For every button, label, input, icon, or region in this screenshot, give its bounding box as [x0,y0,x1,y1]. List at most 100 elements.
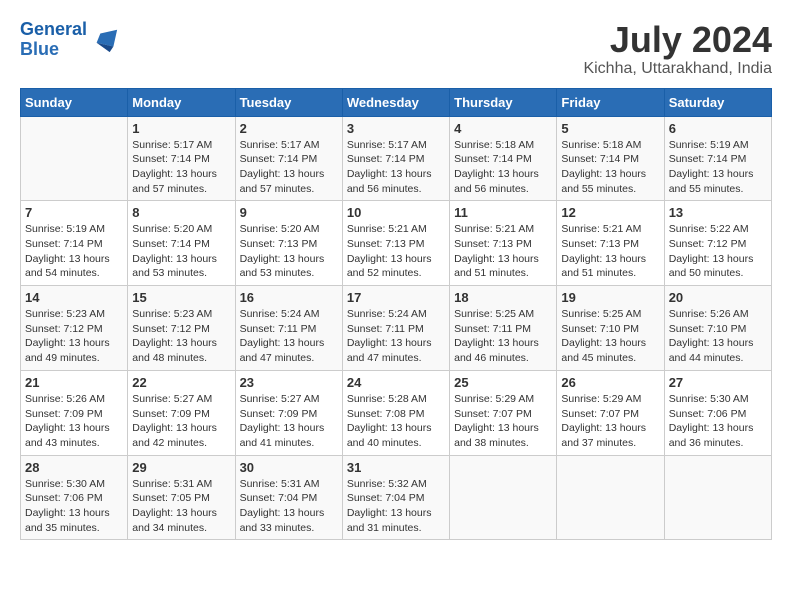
day-info: Sunrise: 5:21 AM Sunset: 7:13 PM Dayligh… [347,222,445,281]
calendar-cell: 22Sunrise: 5:27 AM Sunset: 7:09 PM Dayli… [128,370,235,455]
calendar-cell: 12 Sunrise: 5:21 AM Sunset: 7:13 PM Dayli… [557,201,664,286]
calendar-cell: 20Sunrise: 5:26 AM Sunset: 7:10 PM Dayli… [664,286,771,371]
day-info: Sunrise: 5:18 AM Sunset: 7:14 PM Dayligh… [454,138,552,197]
day-info: Sunrise: 5:23 AM Sunset: 7:12 PM Dayligh… [25,307,123,366]
day-info: Sunrise: 5:27 AM Sunset: 7:09 PM Dayligh… [132,392,230,451]
day-info: Sunrise: 5:21 AM Sunset: 7:13 PM Dayligh… [454,222,552,281]
month-title: July 2024 [583,20,772,60]
calendar-day-header: Friday [557,88,664,116]
page-header: GeneralBlue July 2024 Kichha, Uttarakhan… [20,20,772,78]
calendar-cell [450,455,557,540]
calendar-week-row: 21Sunrise: 5:26 AM Sunset: 7:09 PM Dayli… [21,370,772,455]
day-info: Sunrise: 5:24 AM Sunset: 7:11 PM Dayligh… [240,307,338,366]
day-number: 25 [454,375,552,390]
calendar-day-header: Saturday [664,88,771,116]
day-info: Sunrise: 5:19 AM Sunset: 7:14 PM Dayligh… [25,222,123,281]
day-number: 15 [132,290,230,305]
calendar-cell: 6Sunrise: 5:19 AM Sunset: 7:14 PM Daylig… [664,116,771,201]
day-number: 19 [561,290,659,305]
calendar-cell: 9 Sunrise: 5:20 AM Sunset: 7:13 PM Daylig… [235,201,342,286]
calendar-day-header: Tuesday [235,88,342,116]
day-number: 7 [25,205,123,220]
day-info: Sunrise: 5:18 AM Sunset: 7:14 PM Dayligh… [561,138,659,197]
day-number: 29 [132,460,230,475]
calendar-cell: 23 Sunrise: 5:27 AM Sunset: 7:09 PM Dayli… [235,370,342,455]
calendar-cell: 19 Sunrise: 5:25 AM Sunset: 7:10 PM Dayli… [557,286,664,371]
day-number: 24 [347,375,445,390]
day-number: 3 [347,121,445,136]
calendar-cell: 13 Sunrise: 5:22 AM Sunset: 7:12 PM Dayli… [664,201,771,286]
calendar-cell: 10 Sunrise: 5:21 AM Sunset: 7:13 PM Dayli… [342,201,449,286]
day-info: Sunrise: 5:22 AM Sunset: 7:12 PM Dayligh… [669,222,767,281]
calendar-cell: 4Sunrise: 5:18 AM Sunset: 7:14 PM Daylig… [450,116,557,201]
day-info: Sunrise: 5:31 AM Sunset: 7:05 PM Dayligh… [132,477,230,536]
day-info: Sunrise: 5:20 AM Sunset: 7:14 PM Dayligh… [132,222,230,281]
calendar-cell: 26Sunrise: 5:29 AM Sunset: 7:07 PM Dayli… [557,370,664,455]
day-info: Sunrise: 5:26 AM Sunset: 7:10 PM Dayligh… [669,307,767,366]
calendar-week-row: 1 Sunrise: 5:17 AM Sunset: 7:14 PM Daylig… [21,116,772,201]
calendar-cell: 1 Sunrise: 5:17 AM Sunset: 7:14 PM Daylig… [128,116,235,201]
calendar-day-header: Wednesday [342,88,449,116]
day-info: Sunrise: 5:26 AM Sunset: 7:09 PM Dayligh… [25,392,123,451]
day-number: 16 [240,290,338,305]
day-number: 12 [561,205,659,220]
calendar-cell [21,116,128,201]
day-number: 30 [240,460,338,475]
calendar-cell: 8 Sunrise: 5:20 AM Sunset: 7:14 PM Daylig… [128,201,235,286]
day-number: 8 [132,205,230,220]
day-number: 28 [25,460,123,475]
calendar-day-header: Monday [128,88,235,116]
calendar-cell: 27Sunrise: 5:30 AM Sunset: 7:06 PM Dayli… [664,370,771,455]
calendar-cell [664,455,771,540]
day-info: Sunrise: 5:27 AM Sunset: 7:09 PM Dayligh… [240,392,338,451]
calendar-cell [557,455,664,540]
day-number: 11 [454,205,552,220]
day-info: Sunrise: 5:29 AM Sunset: 7:07 PM Dayligh… [454,392,552,451]
day-info: Sunrise: 5:17 AM Sunset: 7:14 PM Dayligh… [240,138,338,197]
calendar-week-row: 7 Sunrise: 5:19 AM Sunset: 7:14 PM Daylig… [21,201,772,286]
calendar-table: SundayMondayTuesdayWednesdayThursdayFrid… [20,88,772,541]
calendar-cell: 7 Sunrise: 5:19 AM Sunset: 7:14 PM Daylig… [21,201,128,286]
day-info: Sunrise: 5:25 AM Sunset: 7:10 PM Dayligh… [561,307,659,366]
calendar-cell: 28 Sunrise: 5:30 AM Sunset: 7:06 PM Dayli… [21,455,128,540]
logo-icon [91,26,119,54]
calendar-cell: 11 Sunrise: 5:21 AM Sunset: 7:13 PM Dayli… [450,201,557,286]
calendar-cell: 18Sunrise: 5:25 AM Sunset: 7:11 PM Dayli… [450,286,557,371]
logo-text: GeneralBlue [20,20,87,60]
logo: GeneralBlue [20,20,119,60]
calendar-cell: 24 Sunrise: 5:28 AM Sunset: 7:08 PM Dayli… [342,370,449,455]
day-info: Sunrise: 5:25 AM Sunset: 7:11 PM Dayligh… [454,307,552,366]
calendar-cell: 30 Sunrise: 5:31 AM Sunset: 7:04 PM Dayli… [235,455,342,540]
calendar-cell: 15Sunrise: 5:23 AM Sunset: 7:12 PM Dayli… [128,286,235,371]
day-info: Sunrise: 5:32 AM Sunset: 7:04 PM Dayligh… [347,477,445,536]
day-info: Sunrise: 5:24 AM Sunset: 7:11 PM Dayligh… [347,307,445,366]
day-number: 27 [669,375,767,390]
day-number: 10 [347,205,445,220]
calendar-cell: 17 Sunrise: 5:24 AM Sunset: 7:11 PM Dayli… [342,286,449,371]
day-info: Sunrise: 5:31 AM Sunset: 7:04 PM Dayligh… [240,477,338,536]
calendar-day-header: Sunday [21,88,128,116]
day-number: 13 [669,205,767,220]
day-info: Sunrise: 5:28 AM Sunset: 7:08 PM Dayligh… [347,392,445,451]
day-info: Sunrise: 5:17 AM Sunset: 7:14 PM Dayligh… [132,138,230,197]
day-number: 9 [240,205,338,220]
calendar-cell: 16 Sunrise: 5:24 AM Sunset: 7:11 PM Dayli… [235,286,342,371]
day-number: 2 [240,121,338,136]
calendar-cell: 14Sunrise: 5:23 AM Sunset: 7:12 PM Dayli… [21,286,128,371]
day-info: Sunrise: 5:21 AM Sunset: 7:13 PM Dayligh… [561,222,659,281]
calendar-cell: 21Sunrise: 5:26 AM Sunset: 7:09 PM Dayli… [21,370,128,455]
day-number: 26 [561,375,659,390]
day-info: Sunrise: 5:20 AM Sunset: 7:13 PM Dayligh… [240,222,338,281]
day-number: 31 [347,460,445,475]
day-number: 17 [347,290,445,305]
calendar-cell: 5 Sunrise: 5:18 AM Sunset: 7:14 PM Daylig… [557,116,664,201]
calendar-header-row: SundayMondayTuesdayWednesdayThursdayFrid… [21,88,772,116]
day-info: Sunrise: 5:30 AM Sunset: 7:06 PM Dayligh… [25,477,123,536]
day-number: 23 [240,375,338,390]
location-title: Kichha, Uttarakhand, India [583,60,772,78]
calendar-cell: 3Sunrise: 5:17 AM Sunset: 7:14 PM Daylig… [342,116,449,201]
calendar-week-row: 28 Sunrise: 5:30 AM Sunset: 7:06 PM Dayli… [21,455,772,540]
day-number: 5 [561,121,659,136]
calendar-cell: 29 Sunrise: 5:31 AM Sunset: 7:05 PM Dayli… [128,455,235,540]
day-number: 1 [132,121,230,136]
